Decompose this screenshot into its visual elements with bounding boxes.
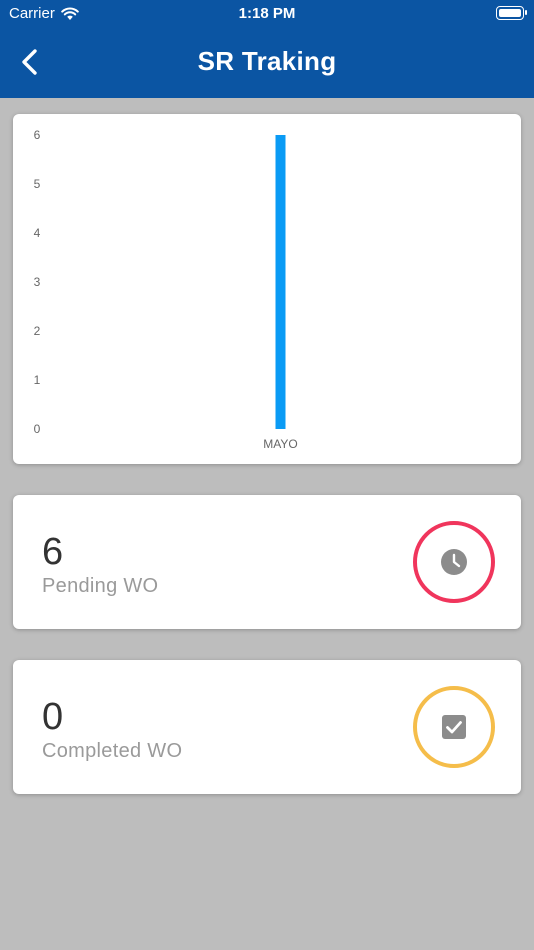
checkbox-icon	[442, 715, 466, 739]
completed-label: Completed WO	[42, 740, 183, 762]
completed-status-ring	[413, 686, 495, 768]
pending-count: 6	[42, 531, 64, 573]
x-tick-label: MAYO	[263, 437, 297, 451]
battery-icon	[496, 6, 527, 20]
pending-status-ring	[413, 521, 495, 603]
clock: 1:18 PM	[238, 5, 296, 22]
completed-count: 0	[42, 696, 64, 738]
y-tick-label: 3	[34, 275, 41, 289]
chart-bar	[275, 135, 286, 429]
status-bar: Carrier 1:18 PM	[0, 0, 534, 28]
page-title: SR Traking	[197, 46, 337, 76]
app-header: Carrier 1:18 PM SR Traking	[0, 0, 534, 98]
pending-wo-card[interactable]: 6 Pending WO	[13, 495, 521, 629]
completed-wo-card[interactable]: 0 Completed WO	[13, 660, 521, 794]
y-tick-label: 1	[34, 373, 41, 387]
y-tick-label: 4	[34, 226, 41, 240]
clock-icon	[441, 549, 467, 575]
y-tick-label: 0	[34, 422, 41, 436]
y-tick-label: 2	[34, 324, 41, 338]
y-tick-label: 5	[34, 177, 41, 191]
chart-card: 0 1 2 3 4 5 6 MAYO	[13, 114, 521, 464]
bar-chart: 0 1 2 3 4 5 6 MAYO	[34, 128, 298, 451]
y-tick-label: 6	[34, 128, 41, 142]
pending-label: Pending WO	[42, 575, 159, 597]
